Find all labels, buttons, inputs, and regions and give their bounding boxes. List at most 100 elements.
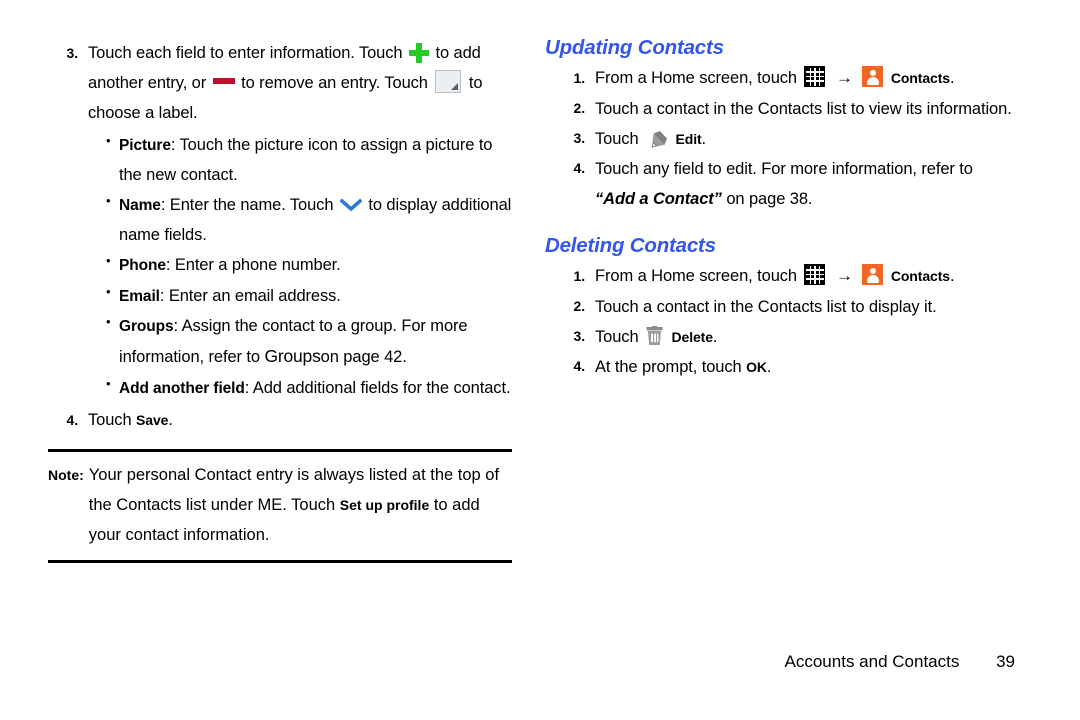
step-2: 2. Touch a contact in the Contacts list … (555, 292, 1015, 322)
step-text: From a Home screen, touch → Contacts. (595, 261, 1015, 292)
list-item-add-another-field: Add another field: Add additional fields… (106, 372, 518, 403)
trash-delete-icon[interactable] (646, 325, 663, 346)
chevron-down-icon[interactable] (339, 192, 363, 212)
bullet-term: Email (119, 287, 160, 305)
step-text-after: . (766, 357, 772, 376)
step-text-before: Touch (595, 327, 639, 346)
arrow-right-icon: → (835, 266, 853, 285)
step-text-before: Touch (595, 129, 639, 148)
page-footer: Accounts and Contacts 39 (545, 652, 1015, 672)
section-heading-updating-contacts: Updating Contacts (545, 36, 724, 59)
document-page: 3. Touch each field to enter information… (0, 0, 1080, 720)
note-body: Your personal Contact entry is always li… (89, 461, 512, 550)
deleting-contacts-steps: 1. From a Home screen, touch → Contacts.… (555, 261, 1015, 382)
ok-button-label[interactable]: OK (746, 359, 767, 375)
apps-grid-icon[interactable] (804, 66, 826, 87)
step-3-text-part3: to remove an entry. Touch (241, 74, 428, 93)
plus-icon[interactable] (408, 43, 429, 63)
delete-button-label[interactable]: Delete (672, 329, 714, 345)
step-3: 3. Touch each field to enter information… (48, 38, 518, 128)
step-text: From a Home screen, touch → Contacts. (595, 63, 1015, 94)
note-tag: Note: (48, 467, 84, 484)
step-text-before: At the prompt, touch (595, 357, 742, 376)
bullet-text: : Add additional fields for the contact. (244, 378, 511, 397)
bullet-text-after: on page 42. (320, 348, 407, 367)
step-text-after: . (949, 267, 955, 285)
bullet-term: Phone (119, 257, 166, 275)
bullet-text-before: : Enter the name. Touch (160, 196, 334, 215)
contacts-app-label[interactable]: Contacts (891, 70, 950, 86)
contacts-icon[interactable] (862, 66, 884, 87)
step-4-text-before: Touch (88, 411, 132, 430)
apps-grid-icon[interactable] (804, 264, 826, 285)
save-button-label[interactable]: Save (136, 412, 168, 428)
step-2: 2. Touch a contact in the Contacts list … (555, 94, 1015, 124)
list-item-phone: Phone: Enter a phone number. (106, 249, 518, 280)
footer-chapter-title: Accounts and Contacts (784, 652, 960, 671)
step-text-after: . (701, 129, 707, 148)
arrow-right-icon: → (835, 68, 853, 87)
step-text: Touch any field to edit. For more inform… (595, 154, 1015, 214)
step-number: 4. (66, 411, 79, 428)
list-item-picture: Picture: Touch the picture icon to assig… (106, 129, 518, 190)
step-number: 3. (573, 328, 586, 345)
step-1: 1. From a Home screen, touch → Contacts. (555, 261, 1015, 292)
minus-icon[interactable] (212, 78, 235, 85)
step-3-text-part1: Touch each field to enter information. T… (88, 44, 403, 62)
bullet-term: Groups (119, 317, 174, 335)
step-text-after: . (949, 69, 955, 87)
step-number: 4. (573, 160, 586, 177)
updating-contacts-steps: 1. From a Home screen, touch → Contacts.… (555, 63, 1015, 214)
list-item-name: Name: Enter the name. Touch to display a… (106, 189, 518, 250)
step-4: 4. At the prompt, touch OK. (555, 352, 1015, 382)
edit-button-label[interactable]: Edit (676, 131, 702, 147)
step-number: 1. (573, 267, 586, 284)
bullet-text: : Touch the picture icon to assign a pic… (119, 136, 493, 185)
step-number: 4. (573, 358, 586, 375)
set-up-profile-label[interactable]: Set up profile (340, 497, 429, 513)
step-text: Touch a contact in the Contacts list to … (595, 297, 937, 316)
bullet-text: : Enter an email address. (159, 286, 341, 305)
step-number: 3. (573, 130, 586, 147)
step-number: 1. (573, 69, 586, 86)
contacts-icon[interactable] (862, 264, 884, 285)
bullet-term: Name (119, 197, 161, 215)
step-text-before: From a Home screen, touch (595, 69, 797, 87)
step-number: 3. (66, 44, 79, 61)
step-text-before: Touch any field to edit. For more inform… (595, 159, 973, 178)
note-inner: Note: Your personal Contact entry is alw… (48, 461, 512, 550)
step-text-after: . (712, 327, 718, 346)
section-heading-deleting-contacts: Deleting Contacts (545, 234, 716, 257)
pencil-edit-icon[interactable] (646, 128, 668, 148)
step-text: Touch a contact in the Contacts list to … (595, 99, 1012, 118)
bullet-term: Add another field (119, 379, 245, 397)
step-text: Touch Edit. (595, 124, 1015, 154)
step-text: Touch each field to enter information. T… (88, 38, 518, 128)
step-text: At the prompt, touch OK. (595, 352, 1015, 382)
cross-reference-link[interactable]: “Add a Contact” (595, 190, 722, 208)
bullet-term: Picture (119, 137, 171, 155)
footer-page-number: 39 (996, 652, 1015, 671)
step-4: 4. Touch Save. (48, 405, 518, 435)
step-3: 3. Touch Edit. (555, 124, 1015, 154)
right-column: Updating Contacts 1. From a Home screen,… (545, 36, 1015, 382)
step-4: 4. Touch any field to edit. For more inf… (555, 154, 1015, 214)
note-block: Note: Your personal Contact entry is alw… (48, 449, 512, 564)
left-column: 3. Touch each field to enter information… (48, 38, 518, 564)
step-number: 2. (573, 100, 586, 117)
step-text-before: From a Home screen, touch (595, 267, 797, 285)
step-1: 1. From a Home screen, touch → Contacts. (555, 63, 1015, 94)
step-text: Touch Save. (88, 405, 518, 435)
contacts-app-label[interactable]: Contacts (891, 268, 950, 284)
list-item-email: Email: Enter an email address. (106, 280, 518, 311)
cross-reference-link[interactable]: Groups (264, 346, 320, 366)
step-4-text-after: . (168, 411, 173, 430)
step-3: 3. Touch Delete. (555, 322, 1015, 352)
step-number: 2. (573, 298, 586, 315)
field-bullet-list: Picture: Touch the picture icon to assig… (106, 129, 518, 403)
step-text: Touch Delete. (595, 322, 1015, 352)
label-chooser-icon[interactable] (435, 70, 462, 94)
step-text-after: on page 38. (726, 189, 813, 208)
list-item-groups: Groups: Assign the contact to a group. F… (106, 310, 518, 373)
bullet-text: : Enter a phone number. (165, 256, 341, 275)
